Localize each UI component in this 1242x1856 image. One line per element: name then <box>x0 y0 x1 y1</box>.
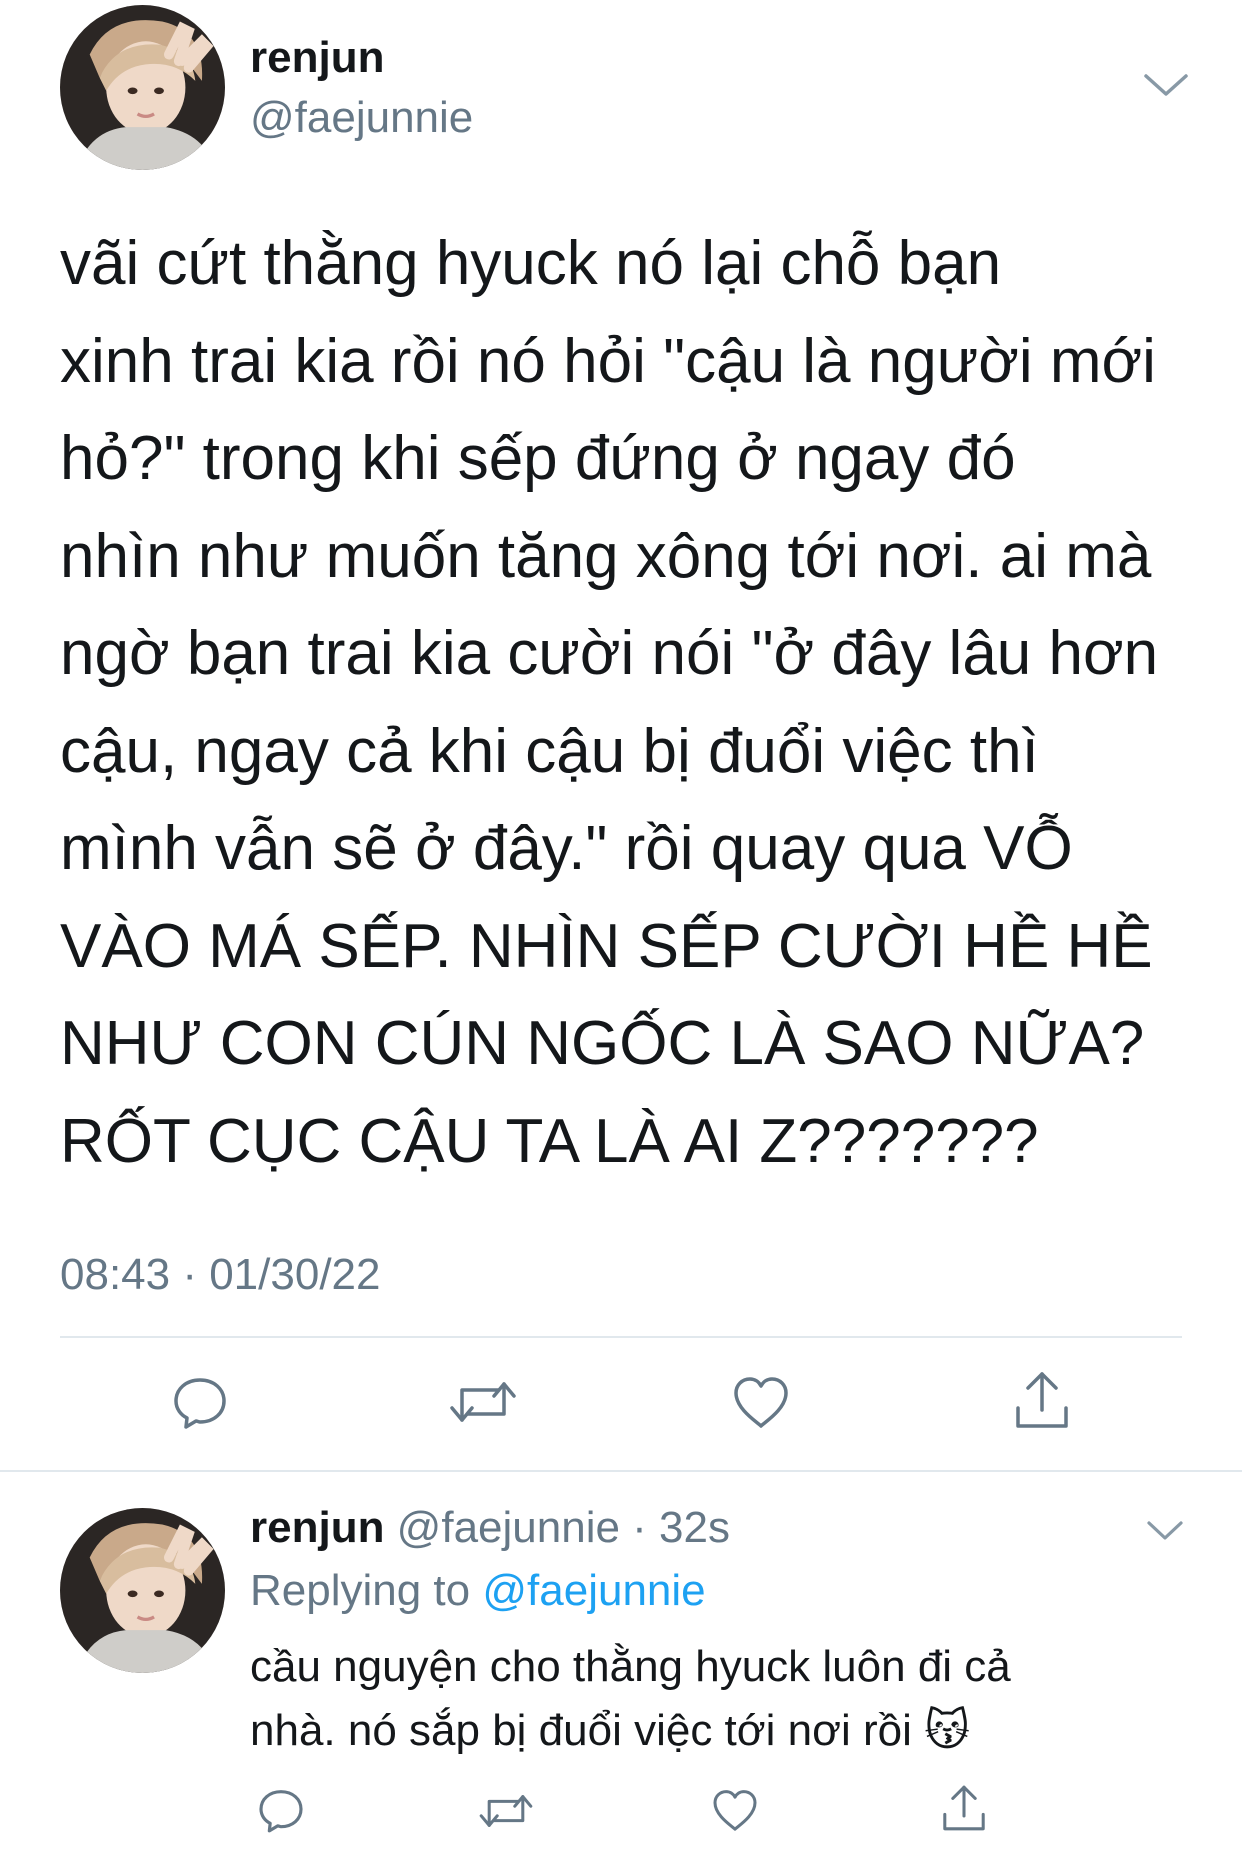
mention-link[interactable]: @faejunnie <box>482 1566 705 1615</box>
divider <box>0 1470 1242 1472</box>
user-handle[interactable]: @faejunnie <box>250 88 473 148</box>
tweet-timestamp[interactable]: 08:43 · 01/30/22 <box>60 1245 380 1305</box>
like-icon[interactable] <box>730 1372 792 1432</box>
avatar-image <box>60 5 225 170</box>
retweet-icon[interactable] <box>448 1372 518 1432</box>
share-icon[interactable] <box>1012 1368 1072 1432</box>
divider <box>60 1336 1182 1338</box>
replying-prefix: Replying to <box>250 1566 483 1615</box>
chevron-down-icon[interactable] <box>1142 70 1190 100</box>
avatar-image <box>60 1508 225 1673</box>
retweet-icon[interactable] <box>478 1787 534 1835</box>
handle-and-time[interactable]: @faejunnie · 32s <box>384 1503 730 1552</box>
replying-to: Replying to @faejunnie <box>250 1560 706 1622</box>
avatar[interactable] <box>60 1508 225 1673</box>
share-icon[interactable] <box>940 1782 988 1834</box>
display-name[interactable]: renjun <box>250 1503 384 1552</box>
reply-header: renjun @faejunnie · 32s <box>250 1498 730 1558</box>
display-name[interactable]: renjun <box>250 28 384 88</box>
chevron-down-icon[interactable] <box>1145 1518 1185 1544</box>
like-icon[interactable] <box>710 1786 760 1834</box>
tweet-text: vãi cứt thằng hyuck nó lại chỗ bạn xinh … <box>60 229 1159 1176</box>
reply-text: cầu nguyện cho thằng hyuck luôn đi cả nh… <box>250 1642 1011 1755</box>
avatar[interactable] <box>60 5 225 170</box>
reply-icon[interactable] <box>256 1785 306 1835</box>
reply-icon[interactable] <box>170 1372 230 1432</box>
